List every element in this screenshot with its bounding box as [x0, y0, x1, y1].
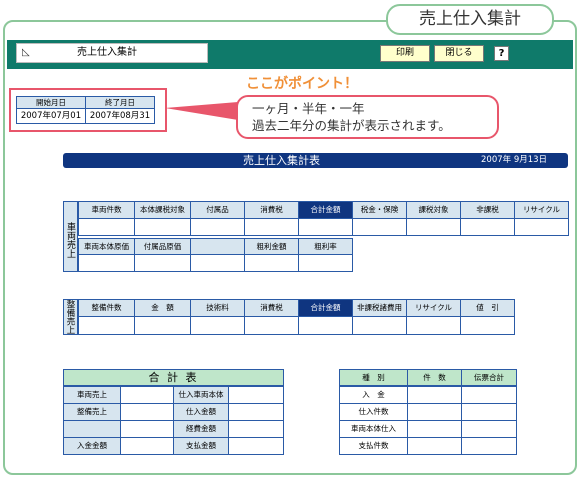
kind-count-0[interactable] [407, 386, 462, 404]
end-date-field[interactable]: 2007年08月31 [85, 108, 155, 124]
app-name-label: 売上仕入集計 [77, 47, 137, 58]
window-icon: ◺ [22, 47, 30, 58]
vehicle-header-4: 合計金額 [298, 201, 353, 219]
print-button[interactable]: 印刷 [380, 45, 430, 62]
vehicle-cost-header-4: 粗利率 [298, 238, 353, 255]
totals-value-2-b[interactable] [228, 420, 284, 438]
vehicle-header-2: 付属品 [190, 201, 245, 219]
close-button[interactable]: 閉じる [434, 45, 484, 62]
totals-label-2-a [63, 420, 121, 438]
vehicle-value-1[interactable] [134, 218, 191, 236]
vehicle-header-5: 税金・保険 [352, 201, 407, 219]
screen-title-tab: 売上仕入集計 [386, 4, 554, 35]
callout-line2: 過去二年分の集計が表示されます。 [252, 118, 451, 133]
callout-title: ここがポイント！ [246, 76, 358, 92]
vehicle-cost-value-3[interactable] [244, 254, 299, 272]
vehicle-header-1: 本体課税対象 [134, 201, 191, 219]
vehicle-value-4[interactable] [298, 218, 353, 236]
vehicle-cost-header-3: 粗利金額 [244, 238, 299, 255]
vehicle-cost-value-0[interactable] [78, 254, 135, 272]
maintenance-value-0[interactable] [78, 316, 135, 335]
maintenance-value-2[interactable] [190, 316, 245, 335]
totals-value-1-a[interactable] [120, 403, 174, 421]
vehicle-header-7: 非課税 [460, 201, 515, 219]
maintenance-header-0: 整備件数 [78, 299, 135, 317]
totals-label-3-b: 支払金額 [173, 437, 229, 455]
totals-label-1-b: 仕入金額 [173, 403, 229, 421]
totals-label-2-b: 経費金額 [173, 420, 229, 438]
kind-total-2[interactable] [461, 420, 517, 438]
totals-value-0-b[interactable] [228, 386, 284, 404]
vehicle-header-8: リサイクル [514, 201, 569, 219]
totals-value-3-b[interactable] [228, 437, 284, 455]
vehicle-header-3: 消費税 [244, 201, 299, 219]
kind-count-3[interactable] [407, 437, 462, 455]
maintenance-header-6: リサイクル [406, 299, 461, 317]
vehicle-sales-label: 車両売上 [63, 201, 78, 272]
maintenance-header-7: 値 引 [460, 299, 515, 317]
vehicle-value-7[interactable] [460, 218, 515, 236]
kind-total-1[interactable] [461, 403, 517, 421]
totals-label-0-b: 仕入車両本体 [173, 386, 229, 404]
vehicle-cost-header-0: 車両本体原価 [78, 238, 135, 255]
maintenance-value-4[interactable] [298, 316, 353, 335]
maintenance-value-3[interactable] [244, 316, 299, 335]
maintenance-value-7[interactable] [460, 316, 515, 335]
totals-value-1-b[interactable] [228, 403, 284, 421]
totals-label-3-a: 入金金額 [63, 437, 121, 455]
totals-label-0-a: 車両売上 [63, 386, 121, 404]
report-title: 売上仕入集計表 [243, 154, 320, 167]
vehicle-cost-header-1: 付属品原価 [134, 238, 191, 255]
totals-value-0-a[interactable] [120, 386, 174, 404]
vehicle-cost-header-2 [190, 238, 245, 255]
vehicle-value-8[interactable] [514, 218, 569, 236]
kind-row-label-3: 支払件数 [339, 437, 408, 455]
vehicle-header-0: 車両件数 [78, 201, 135, 219]
help-button[interactable]: ? [494, 46, 509, 61]
callout-line1: 一ヶ月・半年・一年 [252, 101, 365, 116]
maintenance-header-3: 消費税 [244, 299, 299, 317]
maintenance-value-5[interactable] [352, 316, 407, 335]
kind-total-0[interactable] [461, 386, 517, 404]
vehicle-value-5[interactable] [352, 218, 407, 236]
kind-count-2[interactable] [407, 420, 462, 438]
vehicle-cost-value-2[interactable] [190, 254, 245, 272]
kind-header-0: 種 別 [339, 369, 408, 386]
kind-row-label-2: 車両本体仕入 [339, 420, 408, 438]
report-title-bar: 売上仕入集計表 2007年 9月13日 [63, 153, 568, 168]
totals-value-2-a[interactable] [120, 420, 174, 438]
callout-box: 一ヶ月・半年・一年 過去二年分の集計が表示されます。 [236, 95, 499, 139]
kind-total-3[interactable] [461, 437, 517, 455]
kind-header-2: 伝票合計 [461, 369, 517, 386]
report-date: 2007年 9月13日 [481, 155, 548, 165]
maintenance-header-1: 金 額 [134, 299, 191, 317]
vehicle-cost-value-1[interactable] [134, 254, 191, 272]
kind-header-1: 件 数 [407, 369, 462, 386]
maintenance-header-4: 合計金額 [298, 299, 353, 317]
vehicle-header-6: 課税対象 [406, 201, 461, 219]
maintenance-header-2: 技術料 [190, 299, 245, 317]
start-date-field[interactable]: 2007年07月01 [16, 108, 86, 124]
maintenance-sales-label: 整備売上 [63, 299, 78, 335]
vehicle-value-6[interactable] [406, 218, 461, 236]
vehicle-cost-value-4[interactable] [298, 254, 353, 272]
kind-row-label-0: 入 金 [339, 386, 408, 404]
totals-value-3-a[interactable] [120, 437, 174, 455]
callout-pointer [165, 102, 238, 120]
maintenance-value-1[interactable] [134, 316, 191, 335]
kind-row-label-1: 仕入件数 [339, 403, 408, 421]
maintenance-value-6[interactable] [406, 316, 461, 335]
kind-count-1[interactable] [407, 403, 462, 421]
totals-title: 合 計 表 [63, 369, 284, 386]
totals-label-1-a: 整備売上 [63, 403, 121, 421]
vehicle-value-2[interactable] [190, 218, 245, 236]
vehicle-value-0[interactable] [78, 218, 135, 236]
app-name-box: ◺ 売上仕入集計 [16, 43, 208, 63]
maintenance-header-5: 非課税諸費用 [352, 299, 407, 317]
vehicle-value-3[interactable] [244, 218, 299, 236]
